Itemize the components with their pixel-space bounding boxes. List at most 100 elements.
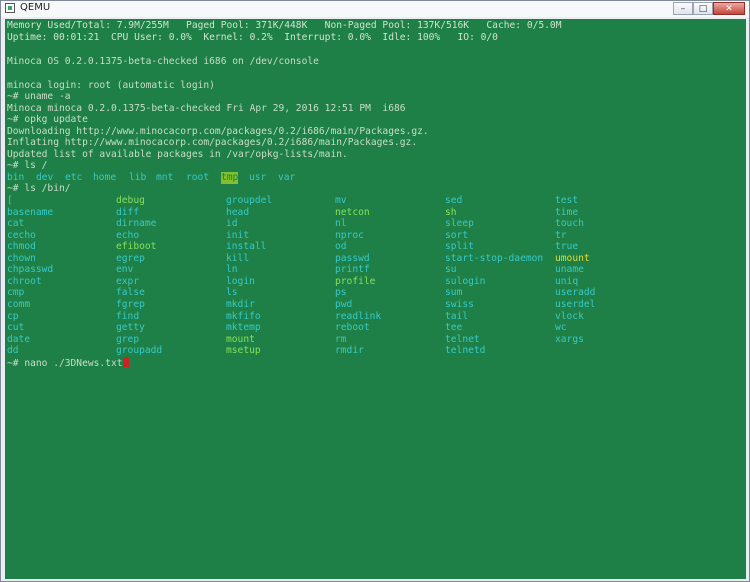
prompt-line[interactable]: ~# nano ./3DNews.txt [7,357,129,370]
root-dir-var: var [278,172,296,183]
bin-entry: egrep [116,252,145,264]
bin-entry: cat [7,218,25,230]
opkg-updated-line: Updated list of available packages in /v… [7,149,348,160]
bin-entry: head [226,206,250,218]
bin-entry: time [555,206,579,218]
bin-entry: fgrep [116,298,145,310]
boot-message: Minoca OS 0.2.0.1375-beta-checked i686 o… [7,56,319,67]
bin-entry: rm [335,333,347,345]
bin-entry: debug [116,195,145,206]
bin-entry: touch [555,218,584,230]
opkg-command: ~# opkg update [7,114,88,125]
bin-entry: rmdir [335,345,364,357]
bin-entry: expr [116,275,140,287]
bin-entry: dd [7,345,19,357]
bin-entry: getty [116,322,145,334]
root-dir-root: root [186,172,210,183]
terminal-screen[interactable]: Memory Used/Total: 7.9M/255M Paged Pool:… [5,19,746,579]
bin-entry: reboot [335,322,370,334]
bin-entry: [ [7,195,13,206]
root-dir-dev: dev [36,172,54,183]
bin-entry: start-stop-daemon [445,252,544,264]
bin-entry: tee [445,322,463,334]
bin-entry: nl [335,218,347,230]
title-bar[interactable]: QEMU – □ ✕ [1,1,749,17]
bin-entry: uname [555,264,584,276]
bin-entry: su [445,264,457,276]
bin-entry: kill [226,252,250,264]
root-dir-etc: etc [65,172,83,183]
bin-entry: basename [7,206,54,218]
bin-entry: ln [226,264,238,276]
bin-entry: userdel [555,298,596,310]
nano-command: ~# nano ./3DNews.txt [7,358,123,369]
bin-entry: sed [445,195,463,206]
bin-entry: ls [226,287,238,299]
opkg-download-line: Downloading http://www.minocacorp.com/pa… [7,126,429,137]
bin-entry: msetup [226,345,261,357]
bin-entry: echo [116,229,140,241]
bin-entry: wc [555,322,567,334]
bin-entry: mount [226,333,255,345]
window-title: QEMU [20,2,51,13]
maximize-button[interactable]: □ [693,2,713,15]
root-dir-bin: bin [7,172,25,183]
bin-entry: install [226,241,267,253]
bin-entry: tr [555,229,567,241]
root-dir-home: home [93,172,117,183]
bin-entry: mv [335,195,347,206]
bin-entry: profile [335,275,376,287]
qemu-app-icon [5,3,15,13]
ls-root-command: ~# ls / [7,160,48,171]
bin-entry: nproc [335,229,364,241]
bin-entry: chroot [7,275,42,287]
opkg-inflate-line: Inflating http://www.minocacorp.com/pack… [7,137,418,148]
bin-entry: tail [445,310,469,322]
bin-entry: telnet [445,333,480,345]
bin-entry: mkdir [226,298,255,310]
bin-entry: cut [7,322,25,334]
qemu-window: QEMU – □ ✕ Memory Used/Total: 7.9M/255M … [0,0,750,582]
root-dir-tmp: tmp [221,172,239,184]
root-dir-mnt: mnt [156,172,174,183]
root-dir-lib: lib [129,172,147,183]
minimize-icon: – [680,3,686,14]
bin-entry: date [7,333,31,345]
bin-entry: groupdel [226,195,273,206]
bin-entry: env [116,264,134,276]
bin-entry: find [116,310,140,322]
bin-entry: sh [445,206,457,218]
bin-entry: chown [7,252,36,264]
bin-entry: od [335,241,347,253]
bin-entry: mktemp [226,322,261,334]
bin-entry: cp [7,310,19,322]
bin-entry: chpasswd [7,264,54,276]
login-line: minoca login: root (automatic login) [7,80,215,91]
bin-entry: vlock [555,310,584,322]
bin-entry: sleep [445,218,474,230]
close-icon: ✕ [725,3,733,14]
bin-entry: sum [445,287,463,299]
bin-entry: mkfifo [226,310,261,322]
bin-entry: groupadd [116,345,163,357]
uname-command: ~# uname -a [7,91,71,102]
root-dir-usr: usr [249,172,267,183]
ls-bin-command: ~# ls /bin/ [7,183,71,194]
bin-entry: split [445,241,474,253]
close-button[interactable]: ✕ [713,2,745,15]
bin-entry: diff [116,206,140,218]
bin-entry: umount [555,252,590,264]
bin-entry: init [226,229,250,241]
bin-entry: cmp [7,287,25,299]
minimize-button[interactable]: – [673,2,693,15]
bin-entry: comm [7,298,31,310]
stats-line-uptime: Uptime: 00:01:21 CPU User: 0.0% Kernel: … [7,32,498,43]
stats-line-memory: Memory Used/Total: 7.9M/255M Paged Pool:… [7,20,562,31]
bin-entry: uniq [555,275,579,287]
uname-output: Minoca minoca 0.2.0.1375-beta-checked Fr… [7,103,406,114]
bin-entry: swiss [445,298,474,310]
bin-entry: login [226,275,255,287]
bin-entry: xargs [555,333,584,345]
bin-entry: useradd [555,287,596,299]
bin-entry: telnetd [445,345,486,357]
